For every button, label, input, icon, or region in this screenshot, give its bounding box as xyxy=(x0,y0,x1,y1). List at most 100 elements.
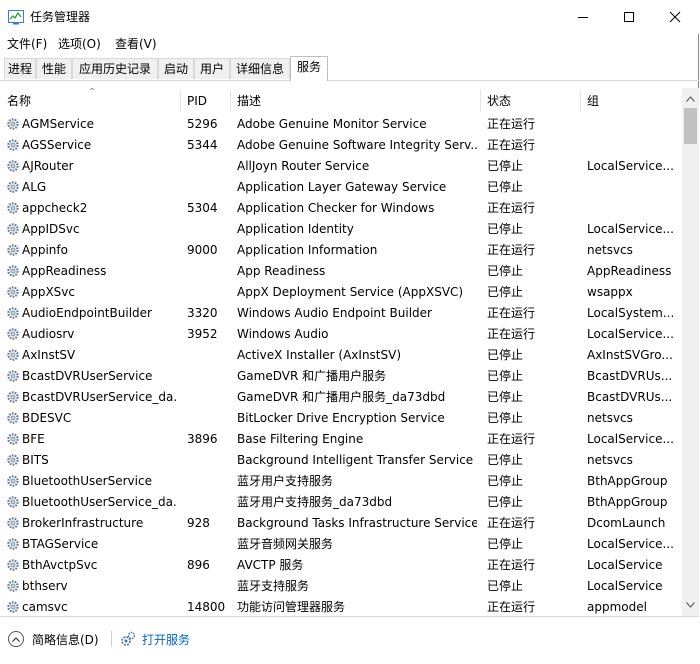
table-row[interactable]: BTAGService 蓝牙音频网关服务 已停止 LocalService... xyxy=(0,534,682,555)
cell-group xyxy=(587,114,679,135)
cell-pid: 5344 xyxy=(187,138,218,152)
minimize-icon xyxy=(578,17,588,18)
table-row[interactable]: BcastDVRUserService GameDVR 和广播用户服务 已停止 Bca… xyxy=(0,366,682,387)
cell-status: 正在运行 xyxy=(487,327,536,341)
table-row[interactable]: AxInstSV ActiveX Installer (AxInstSV) 已停止 A… xyxy=(0,345,682,366)
cell-name: AppReadiness xyxy=(22,264,107,278)
cell-group: AxInstSVGro... xyxy=(587,348,673,362)
table-row[interactable]: BthAvctpSvc 896 AVCTP 服务 正在运行 LocalService xyxy=(0,555,682,576)
table-row[interactable]: bthserv 蓝牙支持服务 已停止 LocalService xyxy=(0,576,682,597)
cell-status: 已停止 xyxy=(487,159,524,173)
service-gear-icon xyxy=(7,412,19,424)
table-row[interactable]: BDESVC BitLocker Drive Encryption Service… xyxy=(0,408,682,429)
scroll-up-button[interactable] xyxy=(682,90,699,107)
tab-services[interactable]: 服务 xyxy=(290,56,328,81)
cell-description: Windows Audio Endpoint Builder xyxy=(237,306,432,320)
cell-pid xyxy=(187,471,229,492)
scroll-down-button[interactable] xyxy=(682,596,699,613)
table-row[interactable]: BluetoothUserService 蓝牙用户支持服务 已停止 BthAppGro… xyxy=(0,471,682,492)
column-header-group[interactable]: 组 xyxy=(587,88,599,114)
table-row[interactable]: BITS Background Intelligent Transfer Serv… xyxy=(0,450,682,471)
cell-group xyxy=(587,177,679,198)
service-gear-icon xyxy=(7,118,19,130)
table-row[interactable]: BcastDVRUserService_da... GameDVR 和广播用户服务… xyxy=(0,387,682,408)
cell-group: netsvcs xyxy=(587,243,633,257)
maximize-button[interactable] xyxy=(606,0,652,34)
menu-file[interactable]: 文件(F) xyxy=(7,34,47,54)
table-header: ⌃ 名称 PID 描述 状态 组 xyxy=(0,88,682,114)
menu-options[interactable]: 选项(O) xyxy=(58,34,101,54)
cell-pid: 928 xyxy=(187,516,210,530)
cell-status: 已停止 xyxy=(487,537,524,551)
cell-pid: 14800 xyxy=(187,600,226,614)
close-button[interactable] xyxy=(652,0,698,34)
table-row[interactable]: AppIDSvc Application Identity 已停止 LocalServ… xyxy=(0,219,682,240)
table-row[interactable]: ALG Application Layer Gateway Service 已停止 xyxy=(0,177,682,198)
table-row[interactable]: BluetoothUserService_da... 蓝牙用户支持服务_da73d… xyxy=(0,492,682,513)
service-gear-icon xyxy=(7,202,19,214)
service-gear-icon xyxy=(7,181,19,193)
cell-group: LocalService xyxy=(587,579,663,593)
cell-group: LocalService... xyxy=(587,537,674,551)
cell-name: Audiosrv xyxy=(22,327,75,341)
cell-name: ALG xyxy=(22,180,47,194)
menu-view[interactable]: 查看(V) xyxy=(115,34,157,54)
table-row[interactable]: AudioEndpointBuilder 3320 Windows Audio En… xyxy=(0,303,682,324)
title-bar[interactable]: 任务管理器 xyxy=(0,0,699,34)
fewer-details-button[interactable]: 简略信息(D) xyxy=(8,629,99,649)
tab-performance[interactable]: 性能 xyxy=(36,58,72,79)
cell-pid xyxy=(187,345,229,366)
cell-name: BluetoothUserService xyxy=(22,474,152,488)
column-divider[interactable] xyxy=(230,90,231,112)
footer-divider xyxy=(111,631,112,647)
cell-group: BthAppGroup xyxy=(587,495,668,509)
open-services-link[interactable]: 打开服务 xyxy=(120,629,190,649)
cell-name: BFE xyxy=(22,432,45,446)
service-gear-icon xyxy=(7,475,19,487)
scroll-thumb[interactable] xyxy=(684,108,697,144)
cell-name: AGMService xyxy=(22,117,94,131)
table-row[interactable]: appcheck2 5304 Application Checker for Win… xyxy=(0,198,682,219)
tab-app-history[interactable]: 应用历史记录 xyxy=(72,58,158,79)
cell-status: 正在运行 xyxy=(487,138,536,152)
table-row[interactable]: AGMService 5296 Adobe Genuine Monitor Serv… xyxy=(0,114,682,135)
cell-pid: 9000 xyxy=(187,243,218,257)
service-gear-icon xyxy=(7,559,19,571)
cell-description: Base Filtering Engine xyxy=(237,432,364,446)
cell-group: DcomLaunch xyxy=(587,516,666,530)
open-services-label: 打开服务 xyxy=(142,632,191,647)
vertical-scrollbar[interactable] xyxy=(682,88,699,616)
cell-group xyxy=(587,135,679,156)
table-row[interactable]: AJRouter AllJoyn Router Service 已停止 LocalSe… xyxy=(0,156,682,177)
table-row[interactable]: Audiosrv 3952 Windows Audio 正在运行 LocalServic… xyxy=(0,324,682,345)
cell-description: Application Identity xyxy=(237,222,354,236)
cell-name: AppIDSvc xyxy=(22,222,80,236)
cell-description: BitLocker Drive Encryption Service xyxy=(237,411,445,425)
table-row[interactable]: Appinfo 9000 Application Information 正在运行 ne… xyxy=(0,240,682,261)
cell-name: bthserv xyxy=(22,579,68,593)
table-row[interactable]: AGSService 5344 Adobe Genuine Software Int… xyxy=(0,135,682,156)
cell-pid: 5296 xyxy=(187,117,218,131)
tab-processes[interactable]: 进程 xyxy=(4,58,36,79)
cell-name: BluetoothUserService_da... xyxy=(22,495,178,509)
column-divider[interactable] xyxy=(580,90,581,112)
minimize-button[interactable] xyxy=(560,0,606,34)
tab-details[interactable]: 详细信息 xyxy=(230,58,290,79)
table-row[interactable]: BrokerInfrastructure 928 Background Tasks … xyxy=(0,513,682,534)
column-divider[interactable] xyxy=(180,90,181,112)
column-divider[interactable] xyxy=(480,90,481,112)
tab-users[interactable]: 用户 xyxy=(194,58,230,79)
cell-pid xyxy=(187,261,229,282)
column-header-name[interactable]: 名称 xyxy=(7,88,31,114)
column-header-description[interactable]: 描述 xyxy=(237,88,261,114)
table-row[interactable]: AppXSvc AppX Deployment Service (AppXSVC)… xyxy=(0,282,682,303)
tab-startup[interactable]: 启动 xyxy=(158,58,194,79)
cell-description: ActiveX Installer (AxInstSV) xyxy=(237,348,402,362)
table-row[interactable]: BFE 3896 Base Filtering Engine 正在运行 LocalSer… xyxy=(0,429,682,450)
column-header-pid[interactable]: PID xyxy=(187,88,207,114)
table-row[interactable]: camsvc 14800 功能访问管理器服务 正在运行 appmodel xyxy=(0,597,682,616)
cell-pid xyxy=(187,366,229,387)
column-header-status[interactable]: 状态 xyxy=(487,88,511,114)
cell-description: Application Layer Gateway Service xyxy=(237,180,447,194)
table-row[interactable]: AppReadiness App Readiness 已停止 AppReadiness xyxy=(0,261,682,282)
